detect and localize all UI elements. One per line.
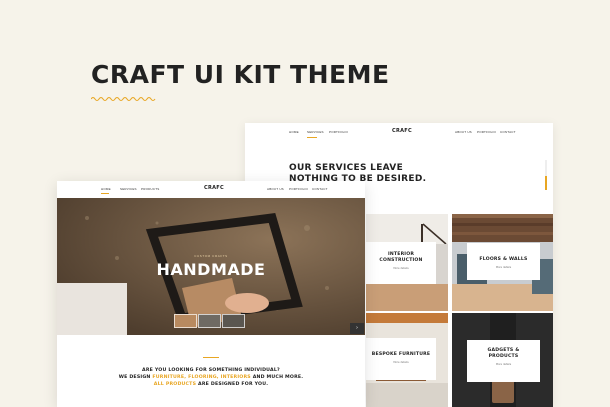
top-nav: HOME SERVICES PRODUCTS CRAFC ABOUT US PO… — [57, 185, 365, 192]
logo[interactable]: CRAFC — [204, 185, 224, 191]
tile-title: GADGETS & — [487, 348, 520, 353]
service-tile-gadgets[interactable]: GADGETS & PRODUCTS More details — [452, 313, 553, 407]
intro-text: AND MUCH MORE. — [252, 375, 304, 380]
service-tile-interior[interactable]: INTERIOR CONSTRUCTION More details — [366, 214, 448, 311]
nav-item-contact[interactable]: CONTACT — [500, 130, 516, 134]
nav-item-home[interactable]: HOME — [289, 130, 299, 134]
home-page-mockup: HOME SERVICES PRODUCTS CRAFC ABOUT US PO… — [57, 181, 365, 407]
intro-divider — [203, 357, 219, 358]
hero-title: HANDMADE — [156, 260, 266, 279]
intro-line-3: ALL PRODUCTS ARE DESIGNED FOR YOU. — [57, 381, 365, 388]
tile-card: GADGETS & PRODUCTS More details — [467, 340, 540, 382]
link-furniture[interactable]: FURNITURE, — [152, 375, 186, 380]
intro-section: ARE YOU LOOKING FOR SOMETHING INDIVIDUAL… — [57, 335, 365, 388]
intro-line-2: WE DESIGN FURNITURE, FLOORING, INTERIORS… — [57, 374, 365, 381]
scroll-indicator[interactable] — [545, 160, 547, 190]
tile-more-link[interactable]: More details — [467, 266, 540, 269]
tile-title: BESPOKE FURNITURE — [371, 352, 431, 357]
intro-line-1: ARE YOU LOOKING FOR SOMETHING INDIVIDUAL… — [142, 368, 280, 373]
active-nav-indicator — [101, 193, 109, 194]
slider-thumb-2[interactable] — [198, 314, 221, 328]
nav-item-about[interactable]: ABOUT US — [267, 187, 284, 191]
active-nav-indicator — [307, 137, 317, 138]
nav-item-home[interactable]: HOME — [101, 187, 111, 191]
nav-item-portfolio-right[interactable]: PORTFOLIO — [477, 130, 496, 134]
slider-thumb-1[interactable] — [174, 314, 197, 328]
intro-text: WE DESIGN — [118, 375, 151, 380]
nav-item-portfolio[interactable]: PORTFOLIO — [289, 187, 308, 191]
slider-thumbnails — [174, 314, 245, 328]
service-tile-furniture[interactable]: BESPOKE FURNITURE More details — [366, 313, 448, 407]
nav-item-about[interactable]: ABOUT US — [455, 130, 472, 134]
slider-thumb-3[interactable] — [222, 314, 245, 328]
link-flooring[interactable]: FLOORING, — [188, 375, 219, 380]
tile-card: INTERIOR CONSTRUCTION More details — [366, 242, 436, 284]
tile-more-link[interactable]: More details — [366, 361, 436, 364]
nav-item-services[interactable]: SERVICES — [307, 130, 324, 134]
tile-more-link[interactable]: More details — [467, 363, 540, 366]
squiggle-divider — [91, 96, 156, 102]
nav-item-products[interactable]: PRODUCTS — [141, 187, 159, 191]
chevron-right-icon: › — [356, 325, 358, 331]
hero-slider: CUSTOM CRAFTS HANDMADE › — [57, 198, 365, 335]
tile-title: INTERIOR — [387, 252, 415, 257]
top-nav: HOME SERVICES PORTFOLIO CRAFC ABOUT US P… — [245, 128, 553, 135]
intro-text: ARE DESIGNED FOR YOU. — [198, 382, 269, 387]
nav-item-portfolio[interactable]: PORTFOLIO — [329, 130, 348, 134]
service-tile-floors[interactable]: FLOORS & WALLS More details — [452, 214, 553, 311]
services-heading-line1: OUR SERVICES LEAVE — [289, 163, 404, 173]
logo[interactable]: CRAFC — [392, 128, 412, 134]
link-all-products[interactable]: ALL PRODUCTS — [154, 382, 196, 387]
nav-item-services[interactable]: SERVICES — [120, 187, 137, 191]
nav-item-contact[interactable]: CONTACT — [312, 187, 328, 191]
tile-more-link[interactable]: More details — [366, 267, 436, 270]
link-interiors[interactable]: INTERIORS — [221, 375, 251, 380]
tile-card: BESPOKE FURNITURE More details — [366, 338, 436, 380]
tile-card: FLOORS & WALLS More details — [467, 243, 540, 280]
hero-subtitle: CUSTOM CRAFTS — [194, 254, 228, 258]
page-headline: CRAFT UI KIT THEME — [91, 60, 390, 89]
tile-title: FLOORS & WALLS — [479, 257, 528, 262]
tile-title-2: PRODUCTS — [488, 354, 519, 359]
tile-title-2: CONSTRUCTION — [379, 258, 423, 263]
slider-next-button[interactable]: › — [350, 323, 364, 334]
